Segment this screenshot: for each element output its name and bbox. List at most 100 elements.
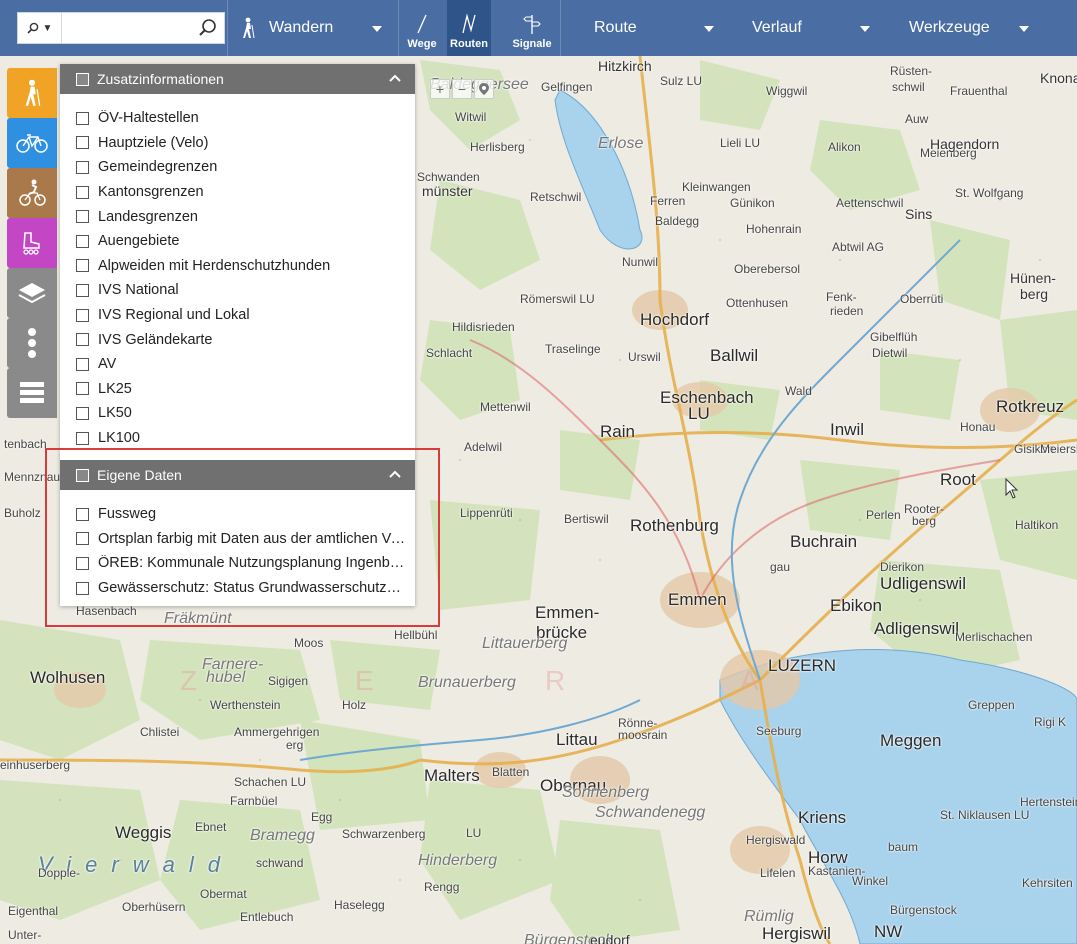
- search-scope-dropdown[interactable]: ▼: [18, 13, 62, 43]
- mode-label: Routen: [450, 38, 488, 50]
- layers-icon: [18, 283, 46, 304]
- mountainbike-layer-button[interactable]: [7, 168, 57, 218]
- section-title: Zusatzinformationen: [97, 71, 224, 87]
- layer-checkbox[interactable]: [76, 308, 89, 322]
- signpost-icon: [523, 15, 541, 34]
- layer-checkbox[interactable]: [76, 431, 89, 445]
- zoom-out-button[interactable]: −: [452, 79, 472, 99]
- layer-item[interactable]: IVS National: [76, 278, 330, 303]
- dots-icon: [28, 328, 36, 358]
- chevron-down-icon: [860, 26, 870, 32]
- separator: [560, 0, 561, 56]
- search-box: ▼: [17, 12, 225, 44]
- mode-wege-button[interactable]: Wege: [400, 0, 444, 56]
- map-zoom-controls: + −: [430, 79, 494, 99]
- menu-label: Verlauf: [752, 19, 802, 36]
- layer-checkbox[interactable]: [76, 333, 89, 347]
- verlauf-menu[interactable]: Verlauf: [752, 0, 872, 56]
- layer-item[interactable]: Kantonsgrenzen: [76, 180, 330, 205]
- menu-label: Werkzeuge: [909, 19, 990, 36]
- layer-checkbox[interactable]: [76, 283, 89, 297]
- layer-checkbox[interactable]: [76, 210, 89, 224]
- activity-dropdown[interactable]: Wandern: [237, 0, 395, 56]
- mode-label: Signale: [512, 38, 552, 50]
- layer-label: Landesgrenzen: [98, 208, 198, 225]
- path-line-icon: [417, 14, 427, 34]
- search-icon: [26, 22, 38, 34]
- layer-item[interactable]: ÖV-Haltestellen: [76, 106, 330, 131]
- top-navigation-bar: ▼ Wandern Wege Routen Signale Route Verl…: [0, 0, 1077, 56]
- hiker-icon: [243, 17, 255, 39]
- layer-checkbox[interactable]: [76, 382, 89, 396]
- mode-label: Wege: [407, 38, 437, 50]
- layer-checkbox[interactable]: [76, 136, 89, 150]
- layer-item[interactable]: LK100: [76, 426, 330, 451]
- layer-label: Auengebiete: [98, 233, 180, 250]
- layer-item[interactable]: IVS Geländekarte: [76, 327, 330, 352]
- layer-item[interactable]: LK25: [76, 377, 330, 402]
- zoom-in-button[interactable]: +: [430, 79, 450, 99]
- layer-label: LK100: [98, 430, 140, 447]
- layer-item[interactable]: Alpweiden mit Herdenschutzhunden: [76, 254, 330, 279]
- separator: [398, 0, 399, 56]
- svg-text:A: A: [740, 665, 759, 696]
- layer-label: IVS Regional und Lokal: [98, 307, 250, 324]
- layer-checkbox[interactable]: [76, 185, 89, 199]
- cycling-layer-button[interactable]: [7, 118, 57, 168]
- mouse-cursor-icon: [1005, 478, 1019, 499]
- route-menu[interactable]: Route: [594, 0, 724, 56]
- svg-text:Z: Z: [180, 665, 197, 696]
- mode-signale-button[interactable]: Signale: [510, 0, 554, 56]
- layer-item[interactable]: AV: [76, 352, 330, 377]
- layer-checkbox[interactable]: [76, 259, 89, 273]
- layer-label: AV: [98, 356, 117, 373]
- layer-label: Kantonsgrenzen: [98, 184, 204, 201]
- layer-label: IVS National: [98, 282, 179, 299]
- chevron-down-icon: [1019, 26, 1029, 32]
- mountain-bike-icon: [19, 179, 46, 206]
- hiker-icon: [25, 79, 41, 106]
- activity-label: Wandern: [269, 19, 334, 36]
- layer-checkbox[interactable]: [76, 111, 89, 125]
- legend-list-button[interactable]: [7, 368, 57, 418]
- list-icon: [20, 382, 44, 403]
- svg-text:E: E: [355, 665, 374, 696]
- more-options-button[interactable]: [7, 318, 57, 368]
- chevron-down-icon: ▼: [42, 22, 53, 34]
- layer-checkbox[interactable]: [76, 160, 89, 174]
- section-header-zusatzinformationen[interactable]: Zusatzinformationen: [60, 64, 415, 94]
- chevron-down-icon: [704, 26, 714, 32]
- werkzeuge-menu[interactable]: Werkzeuge: [909, 0, 1039, 56]
- layer-item[interactable]: Hauptziele (Velo): [76, 131, 330, 156]
- separator: [227, 0, 228, 56]
- layer-checkbox[interactable]: [76, 406, 89, 420]
- layer-item[interactable]: Gemeindegrenzen: [76, 155, 330, 180]
- side-toolbar: [7, 68, 57, 418]
- hiking-layer-button[interactable]: [7, 68, 57, 118]
- skating-layer-button[interactable]: [7, 218, 57, 268]
- layer-label: IVS Geländekarte: [98, 331, 213, 348]
- locate-button[interactable]: [474, 79, 494, 99]
- layer-label: ÖV-Haltestellen: [98, 110, 199, 127]
- layer-item[interactable]: LK50: [76, 401, 330, 426]
- menu-label: Route: [594, 19, 637, 36]
- chevron-down-icon: [372, 26, 382, 32]
- layer-item[interactable]: IVS Regional und Lokal: [76, 303, 330, 328]
- route-zigzag-icon: [462, 13, 476, 34]
- layer-item[interactable]: Landesgrenzen: [76, 204, 330, 229]
- inline-skate-icon: [23, 232, 40, 255]
- search-input[interactable]: [64, 13, 196, 43]
- layer-label: LK25: [98, 380, 132, 397]
- mode-routen-button[interactable]: Routen: [447, 0, 491, 56]
- chevron-up-icon[interactable]: [389, 74, 401, 82]
- search-button[interactable]: [198, 18, 218, 38]
- bicycle-icon: [16, 134, 48, 153]
- section-checkbox[interactable]: [76, 72, 89, 86]
- layer-label: LK50: [98, 405, 132, 422]
- layer-label: Gemeindegrenzen: [98, 159, 218, 176]
- layer-label: Hauptziele (Velo): [98, 134, 209, 151]
- layers-button[interactable]: [7, 268, 57, 318]
- layer-checkbox[interactable]: [76, 357, 89, 371]
- layer-item[interactable]: Auengebiete: [76, 229, 330, 254]
- layer-checkbox[interactable]: [76, 234, 89, 248]
